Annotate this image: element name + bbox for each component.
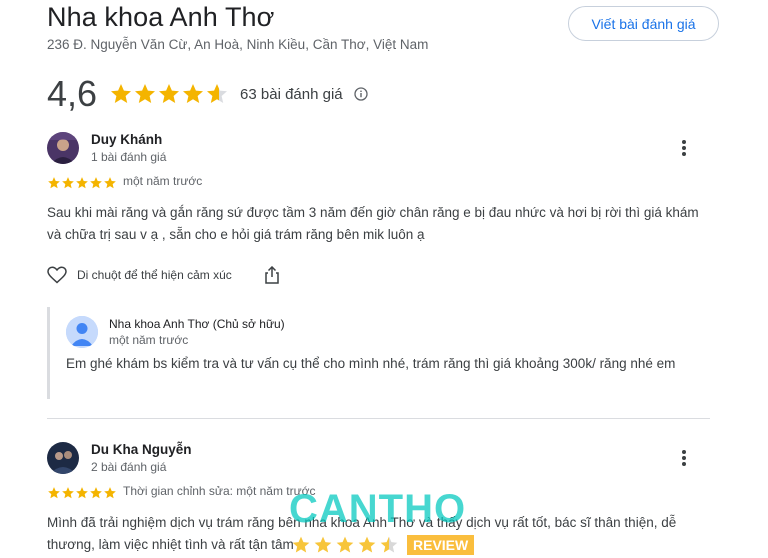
avatar[interactable]: [47, 442, 79, 474]
star-icon: [104, 487, 116, 499]
rating-stars: [109, 82, 229, 106]
watermark-stars: [291, 535, 401, 555]
star-icon: [380, 536, 398, 553]
star-icon: [135, 84, 156, 103]
star-icon: [207, 84, 228, 103]
review-text: Sau khi mài răng và gắn răng sứ được tầm…: [47, 205, 699, 242]
divider: [47, 418, 710, 419]
star-icon: [111, 84, 132, 103]
star-icon: [314, 536, 332, 553]
star-icon: [183, 84, 204, 103]
more-vert-icon[interactable]: [681, 449, 687, 467]
star-icon: [62, 177, 74, 189]
star-icon: [48, 487, 60, 499]
review-count[interactable]: 63 bài đánh giá: [240, 86, 343, 103]
reviewer-name[interactable]: Duy Khánh: [91, 132, 162, 147]
place-title: Nha khoa Anh Thơ: [47, 2, 275, 32]
watermark-logo: CANTHO REVIEW: [289, 487, 489, 557]
reaction-hint: Di chuột để thể hiện cảm xúc: [77, 268, 232, 282]
star-icon: [159, 84, 180, 103]
star-icon: [104, 177, 116, 189]
owner-reply-text: Em ghé khám bs kiểm tra và tư vấn cụ thể…: [66, 356, 676, 371]
owner-avatar: [66, 316, 98, 348]
more-vert-icon[interactable]: [681, 139, 687, 157]
star-icon: [358, 536, 376, 553]
rating-value: 4,6: [47, 73, 98, 114]
star-icon: [90, 177, 102, 189]
review-stars: [47, 486, 117, 500]
owner-name: Nha khoa Anh Thơ (Chủ sở hữu): [109, 317, 285, 331]
star-icon: [76, 487, 88, 499]
review-time: Thời gian chỉnh sửa: một năm trước: [123, 484, 316, 498]
star-icon: [336, 536, 354, 553]
star-icon: [90, 487, 102, 499]
star-icon: [292, 536, 310, 553]
avatar[interactable]: [47, 132, 79, 164]
review-actions: Di chuột để thể hiện cảm xúc: [47, 264, 280, 286]
info-icon[interactable]: [353, 87, 368, 101]
share-icon[interactable]: [264, 266, 280, 284]
write-review-button[interactable]: Viết bài đánh giá: [568, 6, 719, 41]
owner-reply-time: một năm trước: [109, 333, 189, 347]
star-icon: [62, 487, 74, 499]
star-icon: [48, 177, 60, 189]
rating-summary: 4,6 63 bài đánh giá: [47, 73, 368, 114]
reviewer-review-count: 1 bài đánh giá: [91, 150, 167, 164]
watermark-badge: REVIEW: [407, 535, 475, 555]
review-card: Duy Khánh 1 bài đánh giá một năm trước S…: [47, 132, 717, 242]
star-icon: [76, 177, 88, 189]
heart-outline-icon[interactable]: [47, 266, 67, 284]
review-stars: [47, 176, 117, 190]
owner-reply: Nha khoa Anh Thơ (Chủ sở hữu) một năm tr…: [47, 307, 710, 399]
review-time: một năm trước: [123, 174, 203, 188]
place-address: 236 Đ. Nguyễn Văn Cừ, An Hoà, Ninh Kiều,…: [47, 37, 429, 52]
watermark-brand: CANTHO: [289, 487, 467, 531]
reviewer-review-count: 2 bài đánh giá: [91, 460, 167, 474]
reviewer-name[interactable]: Du Kha Nguyễn: [91, 442, 192, 457]
